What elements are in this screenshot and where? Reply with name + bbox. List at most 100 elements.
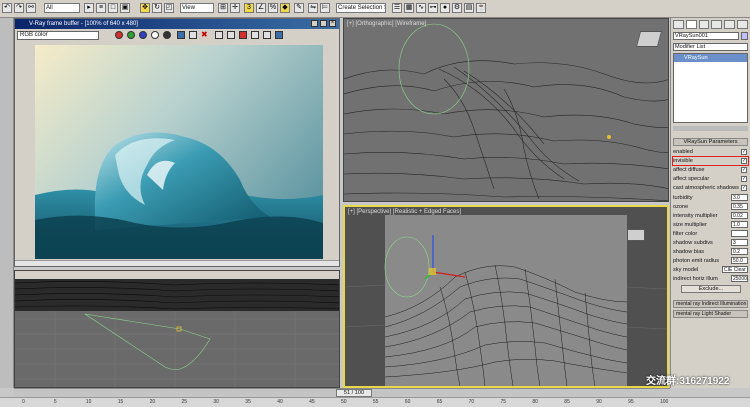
pivot-icon[interactable]: ⊞ (218, 3, 228, 13)
undo-icon[interactable]: ↶ (2, 3, 12, 13)
object-name-field[interactable]: VRaySun001 (673, 32, 739, 40)
viewcube-icon[interactable] (627, 229, 645, 241)
stack-item-vraysun[interactable]: VRaySun (674, 54, 747, 62)
turbidity-spinner[interactable]: 3.0 (731, 194, 748, 201)
rollout-vraysun-parameters[interactable]: VRaySun Parameters (673, 138, 748, 146)
curve-editor-icon[interactable]: ∿ (416, 3, 426, 13)
select-manipulate-icon[interactable]: ✛ (230, 3, 240, 13)
shadow-subdivs-spinner[interactable]: 3 (731, 239, 748, 246)
left-strip (0, 18, 14, 388)
intensity-spinner[interactable]: 0.02 (731, 212, 748, 219)
filter-color-swatch[interactable] (731, 230, 748, 237)
param-affect-specular: affect specular ✓ (673, 175, 748, 183)
spinner-snap-icon[interactable]: ◆ (280, 3, 290, 13)
vray-frame-buffer-window[interactable]: V-Ray frame buffer - [100% of 640 x 480]… (14, 18, 340, 267)
reference-coordinate-dropdown[interactable]: View (180, 3, 214, 13)
enabled-checkbox[interactable]: ✓ (741, 149, 747, 155)
ruler-tick-label: 75 (500, 399, 507, 405)
size-spinner[interactable]: 1.0 (731, 221, 748, 228)
rendered-frame-icon[interactable]: ▤ (464, 3, 474, 13)
alpha-channel-icon[interactable] (151, 31, 159, 39)
param-label: invisible (673, 158, 693, 164)
blue-channel-icon[interactable] (139, 31, 147, 39)
affect-diffuse-checkbox[interactable]: ✓ (741, 167, 747, 173)
viewport-left[interactable] (14, 270, 340, 388)
rollout-mr-light-shader[interactable]: mental ray Light Shader (673, 310, 748, 318)
ozone-spinner[interactable]: 0.35 (731, 203, 748, 210)
color-correction-icon[interactable] (275, 31, 283, 39)
create-tab-icon[interactable] (673, 20, 684, 29)
photon-radius-spinner[interactable]: 50.0 (731, 257, 748, 264)
ruler-tick-label: 80 (532, 399, 538, 405)
vfb-title: V-Ray frame buffer - [100% of 640 x 480] (29, 21, 138, 27)
channel-dropdown[interactable]: RGB color (17, 31, 99, 40)
utilities-tab-icon[interactable] (737, 20, 748, 29)
invisible-checkbox[interactable]: ✓ (741, 158, 747, 164)
clear-icon[interactable]: ✖ (201, 31, 209, 39)
track-mouse-icon[interactable] (215, 31, 223, 39)
cast-shadows-checkbox[interactable]: ✓ (741, 185, 747, 191)
mirror-icon[interactable]: ⇋ (308, 3, 318, 13)
rect-selection-icon[interactable]: □ (108, 3, 118, 13)
red-channel-icon[interactable] (115, 31, 123, 39)
param-label: ozone (673, 204, 689, 210)
viewport-perspective-label[interactable]: [+] [Perspective] [Realistic + Edged Fac… (348, 209, 461, 215)
region-render-icon[interactable] (227, 31, 235, 39)
vfb-title-bar[interactable]: V-Ray frame buffer - [100% of 640 x 480] (15, 19, 339, 29)
selection-set-dropdown[interactable]: Create Selection Set (336, 3, 386, 13)
layer-manager-icon[interactable]: ☰ (392, 3, 402, 13)
history-icon[interactable] (263, 31, 271, 39)
window-crossing-icon[interactable]: ▣ (120, 3, 130, 13)
time-slider[interactable]: 51 / 100 (14, 388, 670, 397)
link-icon[interactable]: ⚯ (26, 3, 36, 13)
mono-icon[interactable] (163, 31, 171, 39)
schematic-view-icon[interactable]: ⊶ (428, 3, 438, 13)
align-icon[interactable]: ⊨ (320, 3, 330, 13)
minimize-icon[interactable] (311, 20, 318, 27)
percent-snap-icon[interactable]: % (268, 3, 278, 13)
close-icon[interactable]: × (329, 20, 336, 27)
shadow-bias-spinner[interactable]: 0.2 (731, 248, 748, 255)
time-slider-thumb[interactable]: 51 / 100 (336, 389, 372, 397)
selection-filter-dropdown[interactable]: All (44, 3, 80, 13)
rotate-icon[interactable]: ↻ (152, 3, 162, 13)
track-bar[interactable]: 0 5 10 15 20 25 30 35 40 45 50 55 60 65 70 75 80 85 90 95 10… (0, 397, 750, 407)
scale-icon[interactable]: ◰ (164, 3, 174, 13)
move-icon[interactable]: ✥ (140, 3, 150, 13)
modify-tab-icon[interactable] (685, 20, 697, 29)
param-label: cast atmospheric shadows (673, 185, 739, 191)
modifier-list-dropdown[interactable]: Modifier List (673, 43, 748, 51)
graphite-icon[interactable]: ▦ (404, 3, 414, 13)
clear-image-icon[interactable] (189, 31, 197, 39)
sky-model-dropdown[interactable]: CIE Clear (722, 266, 748, 273)
display-tab-icon[interactable] (724, 20, 736, 29)
viewport-top[interactable]: [+] [Orthographic] [Wireframe] (343, 18, 669, 202)
affect-specular-checkbox[interactable]: ✓ (741, 176, 747, 182)
viewport-perspective[interactable]: [+] [Perspective] [Realistic + Edged Fac… (343, 205, 669, 388)
angle-snap-icon[interactable]: ∠ (256, 3, 266, 13)
render-setup-icon[interactable]: ⚙ (452, 3, 462, 13)
material-editor-icon[interactable]: ● (440, 3, 450, 13)
redo-icon[interactable]: ↷ (14, 3, 24, 13)
snaps-toggle-icon[interactable]: 3 (244, 3, 254, 13)
rollout-mr-indirect-illumination[interactable]: mental ray Indirect Illumination (673, 300, 748, 308)
edit-named-sets-icon[interactable]: ✎ (294, 3, 304, 13)
ruler-tick-label: 55 (372, 399, 379, 405)
object-color-swatch[interactable] (741, 32, 748, 40)
render-production-icon[interactable]: ☕ (476, 3, 486, 13)
viewport-top-label[interactable]: [+] [Orthographic] [Wireframe] (347, 21, 426, 27)
vfb-horizontal-scrollbar[interactable] (15, 260, 339, 266)
indirect-illum-spinner[interactable]: 25000.0 (731, 275, 748, 282)
hierarchy-tab-icon[interactable] (698, 20, 710, 29)
maximize-icon[interactable] (320, 20, 327, 27)
select-by-name-icon[interactable]: ≡ (96, 3, 106, 13)
exclude-button[interactable]: Exclude... (681, 285, 741, 293)
param-label: enabled (673, 149, 693, 155)
save-image-icon[interactable] (177, 31, 185, 39)
motion-tab-icon[interactable] (711, 20, 723, 29)
lut-icon[interactable] (251, 31, 259, 39)
viewcube-icon[interactable] (635, 31, 663, 47)
select-object-icon[interactable]: ▸ (84, 3, 94, 13)
green-channel-icon[interactable] (127, 31, 135, 39)
render-last-icon[interactable] (239, 31, 247, 39)
